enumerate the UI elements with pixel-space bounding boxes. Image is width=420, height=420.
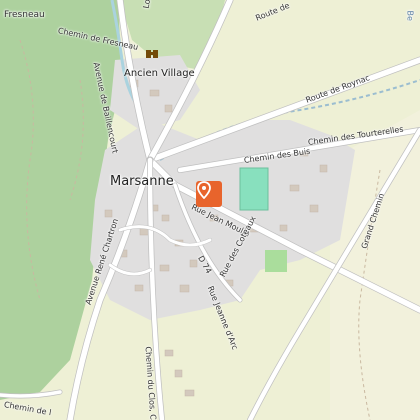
location-pin-icon [197, 181, 211, 199]
location-marker[interactable] [196, 181, 222, 207]
park-area [265, 250, 287, 272]
sports-pitch [239, 167, 269, 211]
place-label-ancien-village: Ancien Village [124, 68, 195, 79]
map-view[interactable]: Marsanne Ancien Village Fresneau Chemin … [0, 0, 420, 420]
place-label-fresneau: Fresneau [4, 10, 45, 20]
road-label-corner: Be [405, 10, 415, 21]
place-label-marsanne: Marsanne [110, 174, 174, 189]
